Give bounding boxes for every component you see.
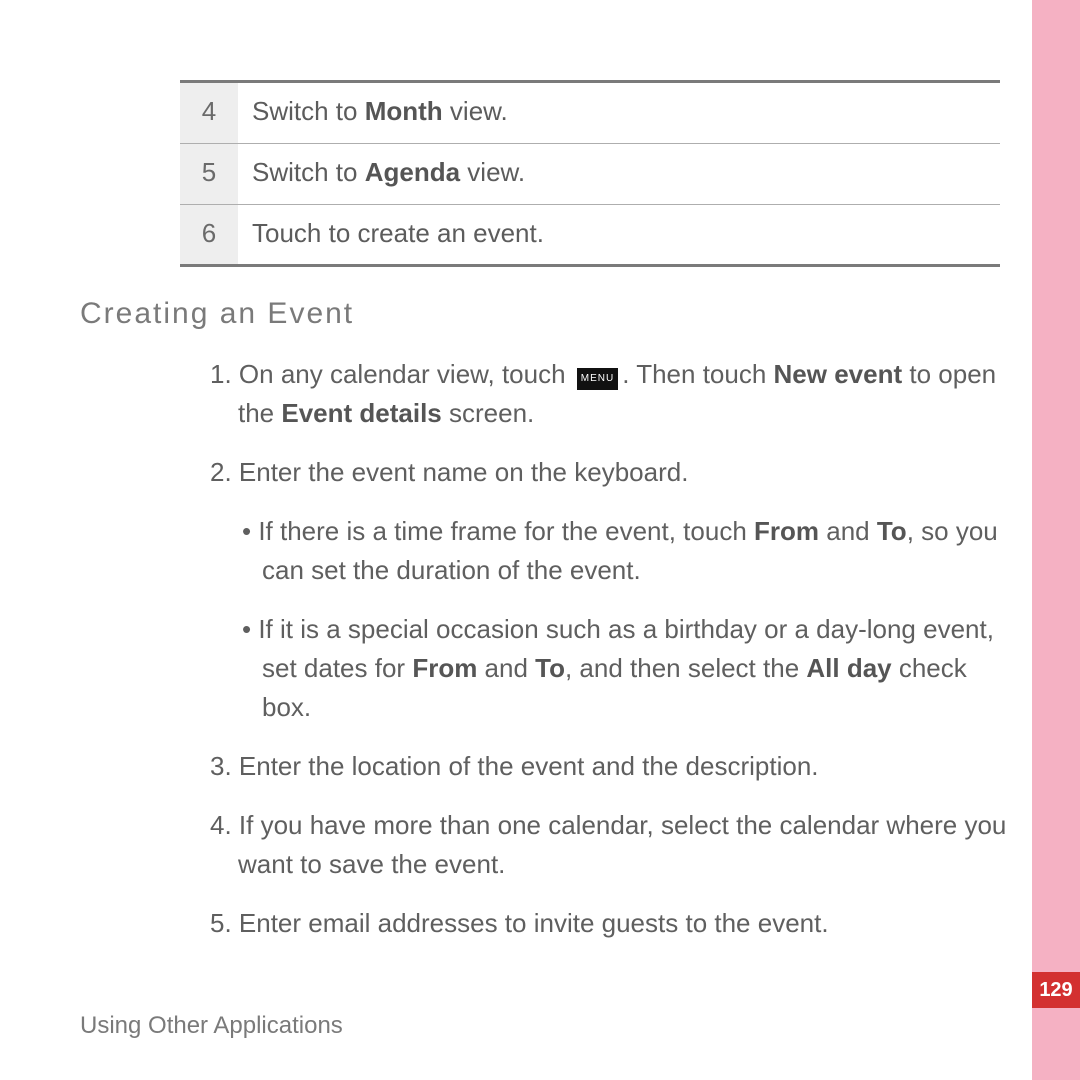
menu-icon: MENU xyxy=(577,368,618,390)
side-strip xyxy=(1032,0,1080,1080)
bold-text: From xyxy=(412,653,477,683)
page-content: 4 Switch to Month view. 5 Switch to Agen… xyxy=(80,0,1010,1080)
section-heading: Creating an Event xyxy=(80,297,1010,331)
bold-text: To xyxy=(877,516,907,546)
text: view. xyxy=(460,157,525,187)
legend-number: 5 xyxy=(180,143,238,204)
legend-number: 4 xyxy=(180,82,238,144)
text: Touch to create an event. xyxy=(252,218,544,248)
bold-text: Agenda xyxy=(365,157,460,187)
table-row: 6 Touch to create an event. xyxy=(180,204,1000,266)
text: • If there is a time frame for the event… xyxy=(242,516,754,546)
bold-text: Month xyxy=(365,96,443,126)
bold-text: To xyxy=(535,653,565,683)
text: and xyxy=(477,653,535,683)
step-3: 3. Enter the location of the event and t… xyxy=(210,747,1010,786)
table-row: 5 Switch to Agenda view. xyxy=(180,143,1000,204)
text: 1. On any calendar view, touch xyxy=(210,359,573,389)
steps-block: 1. On any calendar view, touch MENU. The… xyxy=(210,355,1010,943)
text: screen. xyxy=(442,398,535,428)
bullet-list: • If there is a time frame for the event… xyxy=(238,512,1010,727)
bold-text: All day xyxy=(806,653,891,683)
bold-text: New event xyxy=(774,359,903,389)
footer-text: Using Other Applications xyxy=(80,1012,343,1040)
list-item: • If there is a time frame for the event… xyxy=(238,512,1010,590)
bold-text: From xyxy=(754,516,819,546)
legend-number: 6 xyxy=(180,204,238,266)
legend-text: Switch to Agenda view. xyxy=(238,143,1000,204)
step-1: 1. On any calendar view, touch MENU. The… xyxy=(210,355,1010,433)
list-item: • If it is a special occasion such as a … xyxy=(238,610,1010,727)
text: view. xyxy=(443,96,508,126)
legend-text: Touch to create an event. xyxy=(238,204,1000,266)
page-number-badge: 129 xyxy=(1032,972,1080,1008)
legend-table: 4 Switch to Month view. 5 Switch to Agen… xyxy=(180,80,1000,267)
step-4: 4. If you have more than one calendar, s… xyxy=(210,806,1010,884)
text: Switch to xyxy=(252,96,365,126)
text: Switch to xyxy=(252,157,365,187)
bold-text: Event details xyxy=(281,398,441,428)
text: , and then select the xyxy=(565,653,806,683)
text: . Then touch xyxy=(622,359,773,389)
step-5: 5. Enter email addresses to invite guest… xyxy=(210,904,1010,943)
text: and xyxy=(819,516,877,546)
legend-text: Switch to Month view. xyxy=(238,82,1000,144)
table-row: 4 Switch to Month view. xyxy=(180,82,1000,144)
step-2: 2. Enter the event name on the keyboard. xyxy=(210,453,1010,492)
